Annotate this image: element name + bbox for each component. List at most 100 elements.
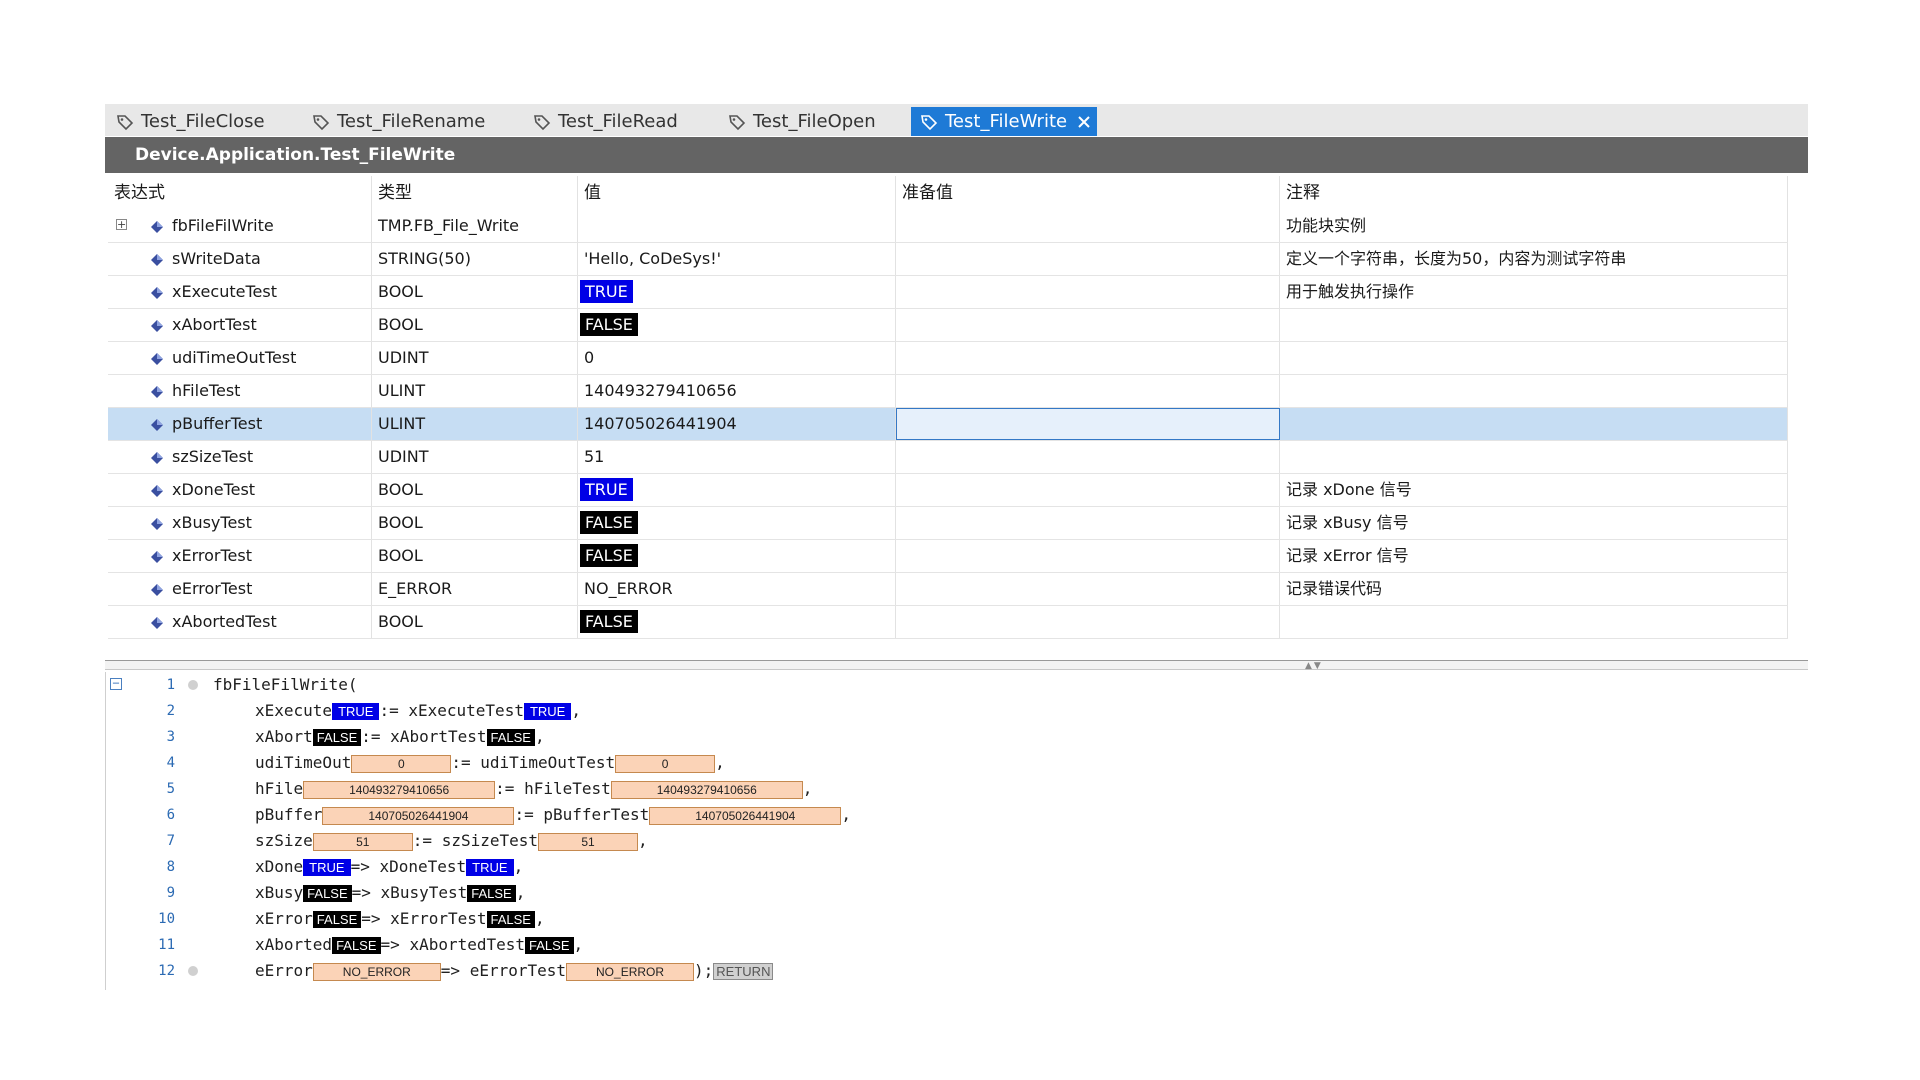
- table-header: 表达式 类型 值 准备值 注释: [108, 176, 1788, 210]
- prepared-value-cell[interactable]: [896, 243, 1280, 275]
- type-cell: ULINT: [372, 408, 578, 440]
- param-name: xDone: [255, 857, 304, 876]
- expression-cell: szSizeTest: [172, 447, 254, 466]
- prepared-value-cell[interactable]: [896, 210, 1280, 242]
- type-cell: BOOL: [372, 540, 578, 572]
- value-false-badge: FALSE: [580, 511, 638, 534]
- table-row[interactable]: sWriteData STRING(50) 'Hello, CoDeSys!' …: [108, 243, 1788, 276]
- breakpoint-marker-icon[interactable]: [188, 680, 198, 690]
- variable-name: szSizeTest: [441, 831, 539, 850]
- column-comment[interactable]: 注释: [1280, 176, 1788, 210]
- variable-icon: [151, 220, 163, 233]
- online-value-box: 140705026441904: [649, 806, 842, 825]
- online-value-box: 51: [312, 832, 413, 851]
- expression-cell: hFileTest: [172, 381, 241, 400]
- column-value[interactable]: 值: [578, 176, 896, 210]
- line-number: 1: [166, 677, 175, 693]
- line-number: 8: [166, 859, 175, 875]
- online-value-true: TRUE: [523, 703, 572, 720]
- online-value-box: 140705026441904: [322, 806, 515, 825]
- param-name: szSize: [255, 831, 313, 850]
- tab-test-fileopen[interactable]: Test_FileOpen: [727, 107, 876, 136]
- column-prepared-value[interactable]: 准备值: [896, 176, 1280, 210]
- tag-icon: [921, 114, 938, 130]
- tag-icon: [534, 114, 551, 130]
- prepared-value-cell[interactable]: [896, 474, 1280, 506]
- tag-icon: [117, 114, 134, 130]
- table-row[interactable]: xDoneTest BOOL TRUE 记录 xDone 信号: [108, 474, 1788, 507]
- tab-test-filerename[interactable]: Test_FileRename: [311, 107, 485, 136]
- table-row[interactable]: eErrorTest E_ERROR NO_ERROR 记录错误代码: [108, 573, 1788, 606]
- prepared-value-cell[interactable]: [896, 375, 1280, 407]
- punctuation: ,: [534, 727, 545, 746]
- comment-cell: 记录 xBusy 信号: [1280, 507, 1788, 539]
- breakpoint-marker-icon[interactable]: [188, 966, 198, 976]
- assign-operator: =>: [440, 961, 470, 980]
- assign-operator: =>: [380, 935, 410, 954]
- comment-cell: 记录 xDone 信号: [1280, 474, 1788, 506]
- prepared-value-cell[interactable]: [896, 540, 1280, 572]
- expand-icon[interactable]: +: [116, 219, 127, 230]
- prepared-value-cell-focused[interactable]: [896, 408, 1280, 440]
- table-row[interactable]: xErrorTest BOOL FALSE 记录 xError 信号: [108, 540, 1788, 573]
- tab-label: Test_FileOpen: [753, 111, 876, 132]
- column-expression[interactable]: 表达式: [108, 176, 372, 210]
- table-row[interactable]: xAbortTest BOOL FALSE: [108, 309, 1788, 342]
- prepared-value-cell[interactable]: [896, 309, 1280, 341]
- prepared-value-cell[interactable]: [896, 441, 1280, 473]
- online-value-box: 140493279410656: [303, 780, 496, 799]
- table-row[interactable]: szSizeTest UDINT 51: [108, 441, 1788, 474]
- table-row[interactable]: xAbortedTest BOOL FALSE: [108, 606, 1788, 639]
- value-false-badge: FALSE: [580, 544, 638, 567]
- variable-name: eErrorTest: [469, 961, 567, 980]
- type-cell: BOOL: [372, 507, 578, 539]
- table-row[interactable]: udiTimeOutTest UDINT 0: [108, 342, 1788, 375]
- table-row-selected[interactable]: pBufferTest ULINT 140705026441904: [108, 408, 1788, 441]
- online-value-false: FALSE: [312, 911, 362, 928]
- column-type[interactable]: 类型: [372, 176, 578, 210]
- prepared-value-cell[interactable]: [896, 606, 1280, 638]
- prepared-value-cell[interactable]: [896, 276, 1280, 308]
- punctuation: ,: [715, 753, 725, 772]
- type-cell: ULINT: [372, 375, 578, 407]
- tab-test-filewrite[interactable]: Test_FileWrite: [911, 107, 1098, 136]
- table-row[interactable]: xBusyTest BOOL FALSE 记录 xBusy 信号: [108, 507, 1788, 540]
- comment-cell: 功能块实例: [1280, 210, 1788, 242]
- param-name: xAborted: [255, 935, 333, 954]
- variable-icon: [151, 484, 163, 497]
- online-value-true: TRUE: [466, 859, 514, 876]
- type-cell: STRING(50): [372, 243, 578, 275]
- panel-splitter[interactable]: ▲▼: [105, 660, 1808, 671]
- param-name: hFile: [255, 779, 304, 798]
- online-value-true: TRUE: [332, 703, 380, 720]
- punctuation: ,: [513, 857, 524, 876]
- line-number: 4: [166, 755, 175, 771]
- line-number: 7: [166, 833, 175, 849]
- expression-cell: fbFileFilWrite: [172, 216, 274, 235]
- instance-path-header: Device.Application.Test_FileWrite: [105, 137, 1808, 173]
- comment-cell: [1280, 408, 1788, 440]
- expression-cell: xDoneTest: [172, 480, 256, 499]
- value-cell: [578, 210, 896, 242]
- prepared-value-cell[interactable]: [896, 507, 1280, 539]
- table-row[interactable]: hFileTest ULINT 140493279410656: [108, 375, 1788, 408]
- tab-test-fileclose[interactable]: Test_FileClose: [115, 107, 265, 136]
- prepared-value-cell[interactable]: [896, 342, 1280, 374]
- collapse-icon[interactable]: −: [110, 677, 122, 690]
- type-cell: BOOL: [372, 474, 578, 506]
- param-name: xExecute: [255, 701, 333, 720]
- assign-operator: =>: [351, 883, 381, 902]
- assign-operator: :=: [412, 831, 442, 850]
- assign-operator: :=: [514, 805, 544, 824]
- punctuation: ,: [802, 779, 813, 798]
- table-row[interactable]: + fbFileFilWrite TMP.FB_File_Write 功能块实例: [108, 210, 1788, 243]
- expression-cell: xAbortTest: [172, 315, 257, 334]
- online-value-box: NO_ERROR: [566, 962, 695, 981]
- close-icon[interactable]: [1077, 112, 1091, 132]
- comment-cell: [1280, 375, 1788, 407]
- tab-test-fileread[interactable]: Test_FileRead: [532, 107, 678, 136]
- prepared-value-cell[interactable]: [896, 573, 1280, 605]
- table-row[interactable]: xExecuteTest BOOL TRUE 用于触发执行操作: [108, 276, 1788, 309]
- online-value-false: FALSE: [525, 937, 574, 954]
- variable-icon: [151, 352, 163, 365]
